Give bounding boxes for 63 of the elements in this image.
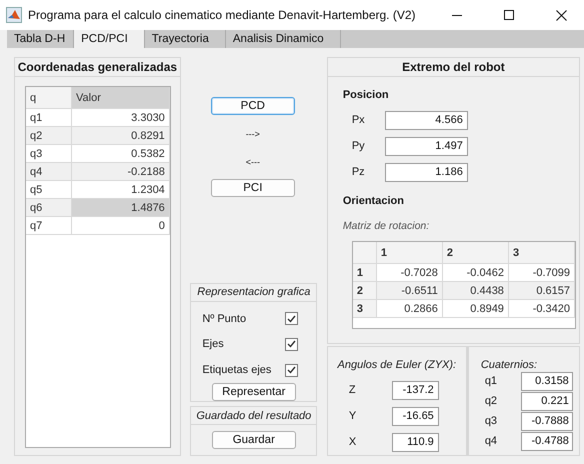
close-icon xyxy=(556,10,566,20)
field-label: Z xyxy=(348,384,357,396)
checkbox[interactable] xyxy=(285,312,298,326)
input-field[interactable]: 4.566 xyxy=(384,110,468,130)
field-label: Py xyxy=(352,140,366,152)
field-label: q1 xyxy=(484,375,498,387)
input-field[interactable]: -0.4788 xyxy=(520,432,573,450)
tab[interactable]: PCD/PCI xyxy=(74,30,145,48)
field-label: X xyxy=(348,436,358,448)
input-field[interactable]: 110.9 xyxy=(392,432,439,452)
input-field[interactable]: 1.186 xyxy=(384,162,468,182)
row-header: 1 xyxy=(352,264,377,281)
checkbox[interactable] xyxy=(285,364,298,377)
input-field[interactable]: 0.3158 xyxy=(520,372,573,390)
save-button[interactable]: Guardar xyxy=(212,431,296,449)
pci-button[interactable]: PCI xyxy=(210,179,295,197)
panel-title: Representacion grafica xyxy=(197,286,310,298)
option-label: Nº Punto xyxy=(202,312,246,325)
input-field[interactable]: 0.221 xyxy=(520,392,573,410)
arrow-label: ---> xyxy=(246,129,260,139)
maximize-icon xyxy=(504,10,514,20)
input-field[interactable]: -0.7888 xyxy=(520,412,573,430)
input-field[interactable]: -16.65 xyxy=(392,406,439,426)
table-cell[interactable]: 0.8291 xyxy=(72,127,170,144)
table-cell[interactable]: -0.2188 xyxy=(72,163,170,180)
input-field[interactable]: -137.2 xyxy=(392,380,439,400)
field-label: Px xyxy=(352,114,366,126)
column-header: 3 xyxy=(508,242,575,263)
panel-title: Coordenadas generalizadas xyxy=(18,60,178,74)
column-header: 2 xyxy=(442,242,509,263)
field-label: q4 xyxy=(484,435,498,447)
field-label: Y xyxy=(348,410,358,422)
panel-title: Guardado del resultado xyxy=(196,410,312,422)
column-header: 1 xyxy=(376,242,443,263)
column-header[interactable]: Valor xyxy=(72,87,170,108)
pcd-button[interactable]: PCD xyxy=(210,97,295,115)
table-cell: q2 xyxy=(26,127,72,144)
matrix-label: Matriz de rotacion: xyxy=(342,220,430,232)
table-cell: 0.4438 xyxy=(442,282,509,299)
table-cell[interactable]: 1.4876 xyxy=(72,199,170,216)
section-title: Posicion xyxy=(342,89,390,101)
panel-title: Extremo del robot xyxy=(402,60,505,74)
table-cell: q4 xyxy=(26,163,72,180)
arrow-label: <--- xyxy=(246,157,260,167)
panel-title: Angulos de Euler (ZYX): xyxy=(338,359,456,371)
field-label: Pz xyxy=(352,166,366,178)
input-field[interactable]: 1.497 xyxy=(384,136,468,156)
row-header: 2 xyxy=(352,282,377,299)
option-label: Ejes xyxy=(202,338,224,350)
option-label: Etiquetas ejes xyxy=(202,364,272,376)
row-header: 3 xyxy=(352,300,377,317)
checkbox[interactable] xyxy=(285,338,298,351)
app-logo-icon xyxy=(6,7,22,23)
table-cell: -0.6511 xyxy=(376,282,443,299)
table-cell: q6 xyxy=(26,199,72,216)
section-title: Orientacion xyxy=(342,195,405,207)
represent-button[interactable]: Representar xyxy=(212,382,296,401)
field-label: q3 xyxy=(484,415,498,427)
column-header[interactable]: q xyxy=(26,87,72,108)
table-cell: 0.6157 xyxy=(508,282,575,299)
window-title: Programa para el calculo cinematico mediante Denavit-Hartemberg. (V2) xyxy=(28,8,417,22)
field-label: q2 xyxy=(484,395,498,407)
panel-title: Cuaternios: xyxy=(480,359,538,371)
